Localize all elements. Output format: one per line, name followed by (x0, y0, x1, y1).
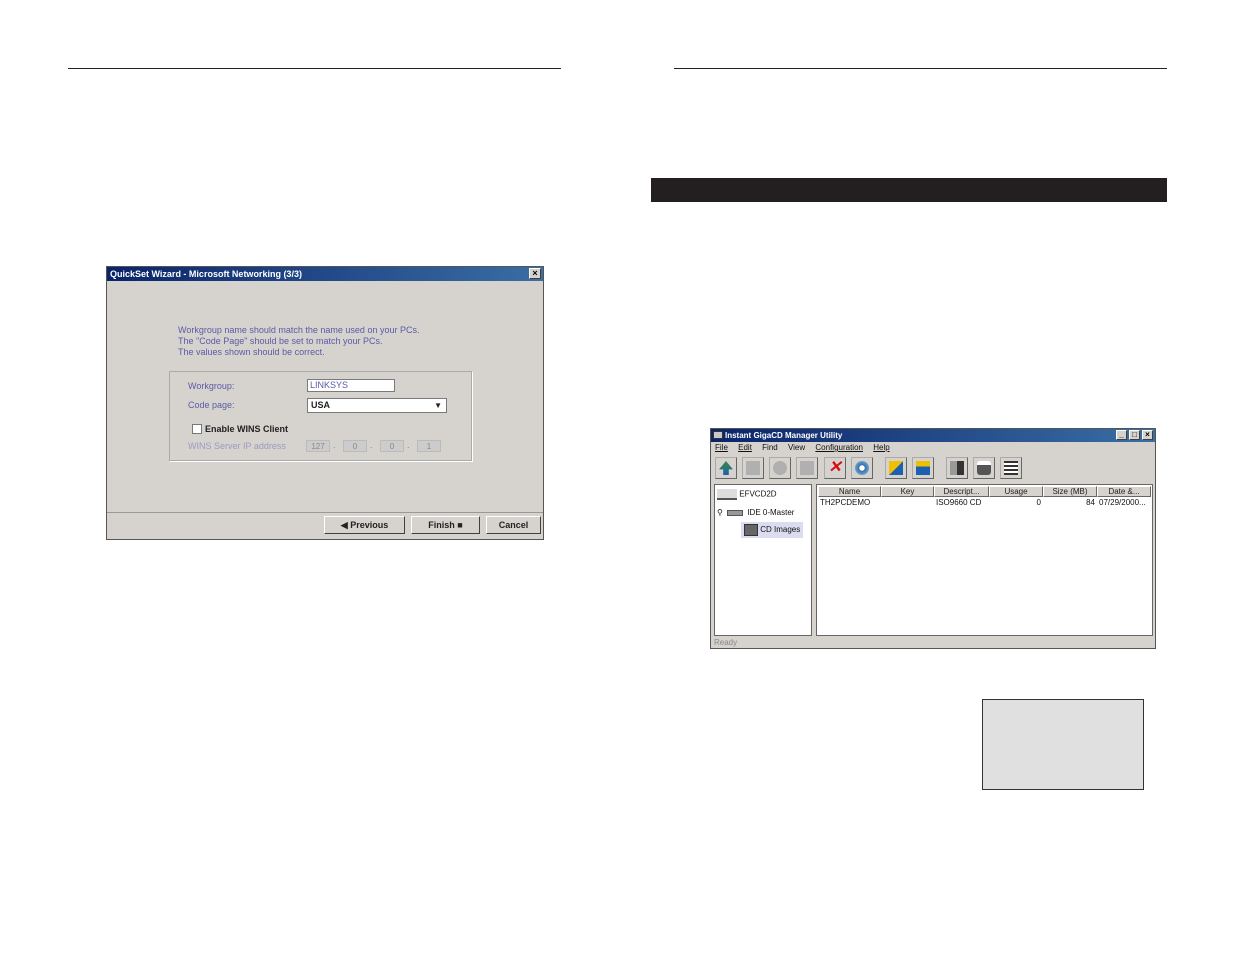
workgroup-label: Workgroup: (188, 381, 235, 391)
toolbar-button-properties[interactable] (769, 457, 791, 479)
wizard-instructions: Workgroup name should match the name use… (178, 325, 419, 358)
cell-size: 84 (1086, 498, 1095, 507)
cell-usage: 0 (1036, 498, 1041, 507)
finish-label: Finish (428, 520, 455, 530)
toolbar-button-rip[interactable] (912, 457, 934, 479)
toolbar-button-eject[interactable] (796, 457, 818, 479)
finish-button[interactable]: Finish ■ (411, 516, 480, 534)
gigacd-title: Instant GigaCD Manager Utility (725, 431, 843, 440)
cell-date: 07/29/2000... (1099, 498, 1146, 507)
column-header-description[interactable]: Descript... (934, 486, 989, 497)
workgroup-input[interactable]: LINKSYS (307, 379, 395, 392)
toolbar-button-delete[interactable]: ✕ (824, 457, 846, 479)
column-header-usage[interactable]: Usage (989, 486, 1043, 497)
maximize-icon[interactable]: □ (1129, 430, 1140, 440)
copy-icon-disabled (746, 461, 760, 475)
wins-ip-octet[interactable]: 0 (380, 440, 404, 452)
app-icon (713, 431, 723, 439)
status-bar: Ready (714, 638, 738, 647)
delete-x-icon: ✕ (828, 459, 842, 476)
person-arrow-icon (719, 461, 733, 475)
section-heading-bar (651, 178, 1167, 202)
column-header-name[interactable]: Name (818, 486, 881, 497)
header-rule-left (68, 68, 561, 69)
networking-settings-group: Workgroup: LINKSYS Code page: USA ▼ Enab… (169, 371, 472, 461)
tree-node-label: EFVCD2D (739, 489, 777, 499)
expand-pin-icon: ⚲ (717, 508, 723, 517)
close-icon[interactable]: × (1142, 430, 1153, 440)
toolbar-button-import[interactable] (715, 457, 737, 479)
wins-ip-octet[interactable]: 127 (306, 440, 330, 452)
wizard-title: QuickSet Wizard - Microsoft Networking (… (110, 269, 302, 279)
cd-image-list: Name Key Descript... Usage Size (MB) Dat… (816, 484, 1153, 636)
tree-node-cd-images[interactable]: CD Images (741, 522, 804, 538)
gigacd-manager-window: Instant GigaCD Manager Utility _ □ × Fil… (710, 428, 1156, 649)
column-header-date[interactable]: Date &... (1097, 486, 1151, 497)
eject-icon-disabled (800, 461, 814, 475)
cell-key (881, 498, 934, 508)
list-view-icon (1004, 461, 1018, 475)
disc-transfer-icon (950, 461, 964, 475)
menu-help[interactable]: Help (873, 443, 889, 452)
cancel-button[interactable]: Cancel (486, 516, 541, 534)
code-page-value: USA (311, 400, 331, 410)
gigacd-titlebar: Instant GigaCD Manager Utility _ □ × (711, 429, 1155, 442)
close-icon[interactable]: × (529, 268, 541, 279)
wins-ip-octet[interactable]: 1 (417, 440, 441, 452)
column-header-size[interactable]: Size (MB) (1043, 486, 1097, 497)
menu-find[interactable]: Find (762, 443, 778, 452)
wizard-titlebar: QuickSet Wizard - Microsoft Networking (… (107, 267, 543, 281)
ip-dot: . (370, 440, 373, 450)
menu-bar: File Edit Find View Configuration Help (715, 443, 898, 452)
code-page-select[interactable]: USA ▼ (307, 398, 447, 413)
ip-dot: . (333, 440, 336, 450)
instruction-line: The values shown should be correct. (178, 347, 325, 357)
ip-dot: . (407, 440, 410, 450)
tree-node-server[interactable]: EFVCD2D (717, 489, 777, 500)
wins-ip-field: 127 . 0 . 0 . 1 (306, 440, 446, 453)
cell-name: TH2PCDEMO (820, 498, 871, 507)
tree-node-label: IDE 0-Master (747, 508, 795, 517)
menu-view[interactable]: View (788, 443, 805, 452)
menu-edit[interactable]: Edit (738, 443, 752, 452)
column-header-key[interactable]: Key (881, 486, 934, 497)
device-tree: EFVCD2D ⚲ IDE 0-Master CD Images (714, 484, 812, 636)
cd-images-icon (744, 524, 758, 536)
header-rule-right (674, 68, 1167, 69)
toolbar-button-refresh[interactable] (851, 457, 873, 479)
toolbar-button-copy[interactable] (742, 457, 764, 479)
quickset-wizard-dialog: QuickSet Wizard - Microsoft Networking (… (106, 266, 544, 540)
toolbar-button-user[interactable] (973, 457, 995, 479)
instruction-line: The "Code Page" should be set to match y… (178, 336, 383, 346)
cell-description: ISO9660 CD (936, 498, 982, 507)
menu-configuration[interactable]: Configuration (815, 443, 863, 452)
tree-node-label: CD Images (760, 525, 801, 535)
rip-icon (916, 461, 930, 475)
tree-node-device[interactable]: ⚲ IDE 0-Master (717, 508, 794, 517)
previous-button[interactable]: ◀ Previous (324, 516, 405, 534)
server-icon (717, 489, 737, 500)
note-box (982, 699, 1144, 790)
drive-icon (727, 509, 744, 516)
wins-ip-octet[interactable]: 0 (343, 440, 367, 452)
toolbar-button-disc-transfer[interactable] (946, 457, 968, 479)
disc-icon-disabled (773, 461, 787, 475)
search-folder-icon (889, 461, 903, 475)
enable-wins-label: Enable WINS Client (205, 424, 289, 434)
arrow-left-icon: ◀ (340, 520, 348, 530)
enable-wins-checkbox[interactable] (192, 424, 202, 434)
chevron-down-icon: ▼ (434, 401, 442, 410)
instruction-line: Workgroup name should match the name use… (178, 325, 420, 335)
minimize-icon[interactable]: _ (1116, 430, 1127, 440)
user-icon (977, 461, 991, 475)
stop-square-icon: ■ (457, 520, 463, 530)
code-page-label: Code page: (188, 400, 235, 410)
wizard-footer (107, 512, 543, 513)
toolbar-button-search[interactable] (885, 457, 907, 479)
menu-file[interactable]: File (715, 443, 728, 452)
refresh-disc-icon (855, 461, 869, 475)
previous-label: Previous (350, 520, 389, 530)
wins-ip-label: WINS Server IP address (188, 441, 286, 451)
toolbar-button-list-view[interactable] (1000, 457, 1022, 479)
